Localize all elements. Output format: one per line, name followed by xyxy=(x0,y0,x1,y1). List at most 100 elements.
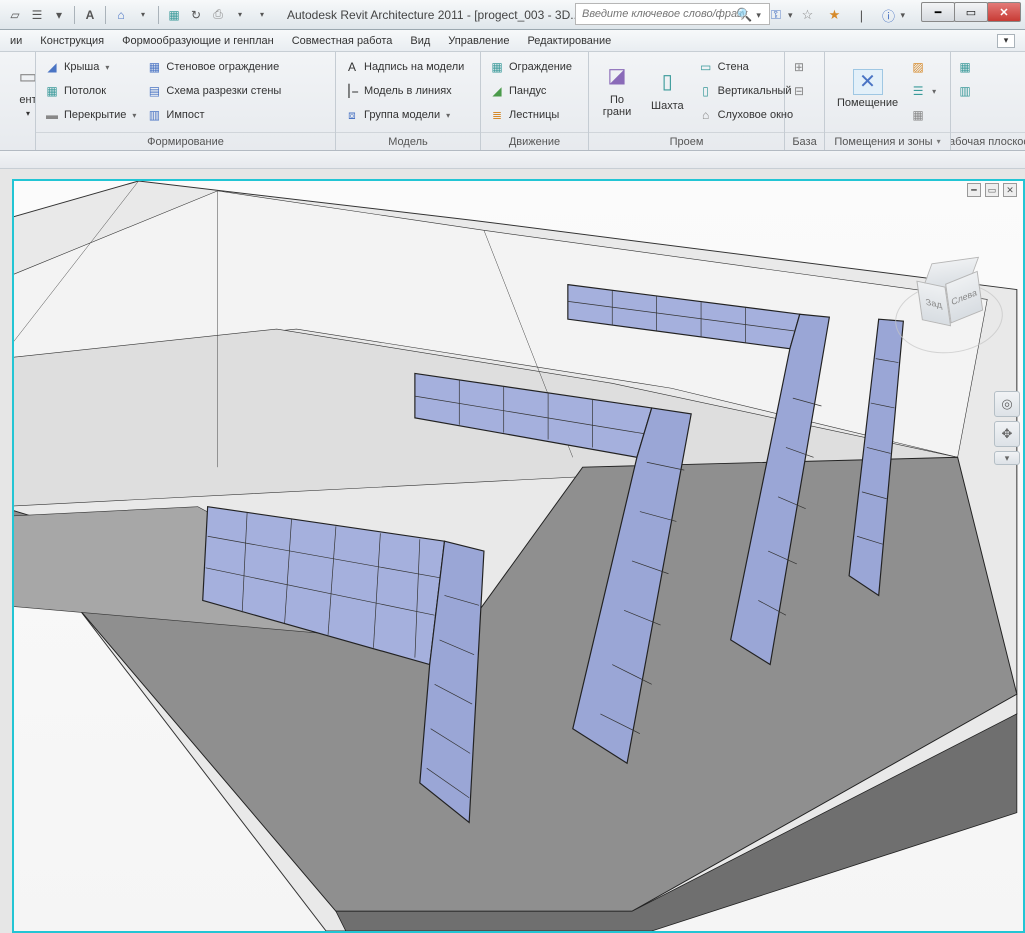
panel-component: ▭ ент ▾ x xyxy=(0,52,36,150)
tab-collaborate[interactable]: Совместная работа xyxy=(292,35,393,47)
floor-button[interactable]: ▬Перекрытие▾ xyxy=(42,104,138,126)
tab-massing[interactable]: Формообразующие и генплан xyxy=(122,35,274,47)
railing-label: Ограждение xyxy=(509,61,572,73)
dropdown-icon[interactable]: ▾ xyxy=(788,10,793,21)
viewcube[interactable]: Зад Слева xyxy=(895,251,1005,361)
model-line-button[interactable]: ⎮⎯Модель в линиях xyxy=(342,80,466,102)
shaft-button[interactable]: ▯ Шахта xyxy=(645,56,690,122)
room-label: Помещение xyxy=(837,97,898,109)
panel-opening: ◪ По грани ▯ Шахта ▭Стена ▯Вертикальный … xyxy=(589,52,785,150)
ceiling-label: Потолок xyxy=(64,85,106,97)
byface-button[interactable]: ◪ По грани xyxy=(595,56,639,122)
mullion-button[interactable]: ▥Импост xyxy=(144,104,283,126)
qat-new-icon[interactable]: ▱ xyxy=(6,6,24,24)
ceiling-icon: ▦ xyxy=(44,83,60,99)
shaft-label: Шахта xyxy=(651,100,684,112)
3d-view[interactable]: ━ ▭ ✕ xyxy=(12,179,1025,933)
curtain-wall-button[interactable]: ▦Стеновое ограждение xyxy=(144,56,283,78)
qat-open-icon[interactable]: ☰ xyxy=(28,6,46,24)
byface-label2: грани xyxy=(603,106,631,118)
tab-partial[interactable]: ии xyxy=(10,35,22,47)
nav-wheel-button[interactable]: ◎ xyxy=(994,391,1020,417)
panel-room-title[interactable]: Помещения и зоны xyxy=(825,132,950,150)
railing-icon: ▦ xyxy=(489,59,505,75)
qat-3dview-icon[interactable]: ⌂ xyxy=(112,6,130,24)
dropdown-icon[interactable]: ▾ xyxy=(134,6,152,24)
qat-dropdown-icon[interactable]: ▾ xyxy=(50,6,68,24)
wall-opening-button[interactable]: ▭ Стена xyxy=(696,56,796,78)
help-icon[interactable]: ⓘ xyxy=(876,3,900,27)
vertical-label: Вертикальный xyxy=(718,85,792,97)
3d-model-canvas[interactable] xyxy=(14,181,1023,931)
room-tag-icon: ☰ xyxy=(910,83,926,99)
panel-form-title: Формирование xyxy=(36,132,335,150)
wall-opening-label: Стена xyxy=(718,61,749,73)
stairs-button[interactable]: ≣Лестницы xyxy=(487,104,574,126)
curtain-grid-button[interactable]: ▤Схема разрезки стены xyxy=(144,80,283,102)
area-button[interactable]: ▦ xyxy=(910,104,936,126)
qat-divider xyxy=(105,6,106,24)
floor-icon: ▬ xyxy=(44,107,60,123)
roof-button[interactable]: ◢Крыша▾ xyxy=(42,56,138,78)
room-sep-button[interactable]: ▨ xyxy=(910,56,936,78)
room-button[interactable]: ✕ Помещение xyxy=(831,56,904,122)
nav-pan-button[interactable]: ✥ xyxy=(994,421,1020,447)
maximize-button[interactable]: ▭ xyxy=(954,2,988,22)
base-icon: ⊞ xyxy=(791,59,807,75)
window-controls: ━ ▭ ✕ xyxy=(922,2,1021,22)
model-text-button[interactable]: AНадпись на модели xyxy=(342,56,466,78)
wall-opening-icon: ▭ xyxy=(698,59,714,75)
ceiling-button[interactable]: ▦ Потолок xyxy=(42,80,138,102)
ribbon-expand-icon[interactable]: ▾ xyxy=(997,34,1015,48)
viewcube-left-label: Слева xyxy=(951,287,978,307)
base1-button[interactable]: ⊞ xyxy=(791,56,807,78)
dropdown-icon[interactable]: ▾ xyxy=(231,6,249,24)
base2-button[interactable]: ⊟ xyxy=(791,80,807,102)
tab-manage[interactable]: Управление xyxy=(448,35,509,47)
stairs-icon: ≣ xyxy=(489,107,505,123)
mullion-label: Импост xyxy=(166,109,204,121)
minimize-button[interactable]: ━ xyxy=(921,2,955,22)
wp-set-icon: ▦ xyxy=(957,59,973,75)
shaft-icon: ▯ xyxy=(651,66,683,98)
model-group-label: Группа модели xyxy=(364,109,440,121)
nav-expand-button[interactable]: ▾ xyxy=(994,451,1020,465)
dropdown-icon[interactable]: ▾ xyxy=(756,10,761,21)
model-group-icon: ⧈ xyxy=(344,107,360,123)
room-tag-button[interactable]: ☰▾ xyxy=(910,80,936,102)
qat-more-icon[interactable]: ▾ xyxy=(253,6,271,24)
component-button[interactable]: ▭ ент ▾ xyxy=(6,56,35,122)
ramp-icon: ◢ xyxy=(489,83,505,99)
title-bar: ▱ ☰ ▾ A ⌂▾ ▦ ↻ ⎙▾ ▾ Autodesk Revit Archi… xyxy=(0,0,1025,30)
close-button[interactable]: ✕ xyxy=(987,2,1021,22)
ribbon-tabs: ии Конструкция Формообразующие и генплан… xyxy=(0,30,1025,52)
tab-structure[interactable]: Конструкция xyxy=(40,35,104,47)
panel-model-title: Модель xyxy=(336,132,480,150)
component-icon: ▭ xyxy=(12,60,35,92)
tab-modify[interactable]: Редактирование xyxy=(527,35,611,47)
vertical-button[interactable]: ▯Вертикальный xyxy=(696,80,796,102)
byface-icon: ◪ xyxy=(601,60,633,92)
search-icon[interactable]: 🔍 xyxy=(732,3,756,27)
subscription-icon[interactable]: ⚿ xyxy=(764,3,788,27)
qat-text-icon[interactable]: A xyxy=(81,6,99,24)
favorite-icon[interactable]: ★ xyxy=(822,3,846,27)
infocenter: 🔍▾ ⚿▾ ☆ ★ | ⓘ▾ xyxy=(732,0,905,30)
room-icon: ✕ xyxy=(853,69,883,95)
qat-divider xyxy=(158,6,159,24)
panel-opening-title: Проем xyxy=(589,132,784,150)
qat-print-icon[interactable]: ⎙ xyxy=(209,6,227,24)
qat-sync-icon[interactable]: ↻ xyxy=(187,6,205,24)
comm-icon[interactable]: ☆ xyxy=(795,3,819,27)
railing-button[interactable]: ▦ Ограждение xyxy=(487,56,574,78)
qat-props-icon[interactable]: ▦ xyxy=(165,6,183,24)
model-group-button[interactable]: ⧈Группа модели▾ xyxy=(342,104,466,126)
wp-show-button[interactable]: ▥ xyxy=(957,80,973,102)
wp-set-button[interactable]: ▦ xyxy=(957,56,973,78)
area-icon: ▦ xyxy=(910,107,926,123)
ramp-button[interactable]: ◢Пандус xyxy=(487,80,574,102)
dormer-button[interactable]: ⌂Слуховое окно xyxy=(696,104,796,126)
dropdown-icon: ▾ xyxy=(932,87,936,96)
tab-view[interactable]: Вид xyxy=(410,35,430,47)
dropdown-icon[interactable]: ▾ xyxy=(900,10,905,21)
